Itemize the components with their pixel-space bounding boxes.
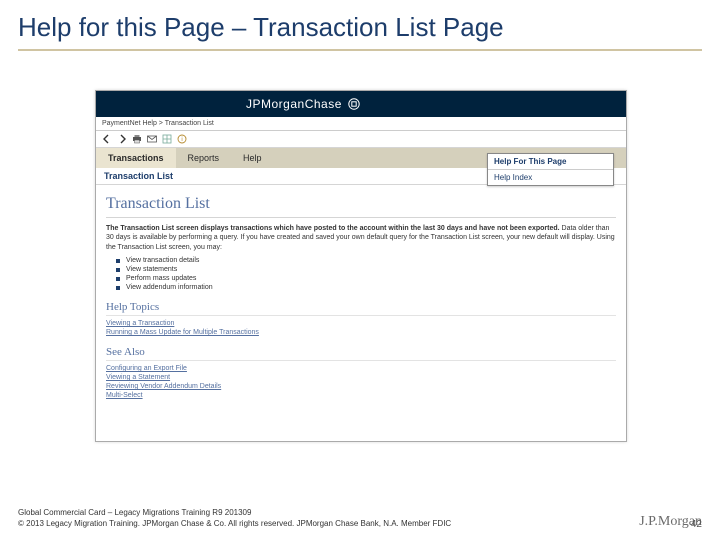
slide-title: Help for this Page – Transaction List Pa…: [18, 12, 504, 42]
breadcrumb: PaymentNet Help > Transaction List: [102, 120, 214, 127]
help-content: Transaction List The Transaction List sc…: [96, 185, 626, 411]
brand-mark-icon: [348, 98, 360, 110]
footer-text: Global Commercial Card – Legacy Migratio…: [18, 508, 451, 530]
help-menu-item-index[interactable]: Help Index: [488, 170, 613, 185]
slide-footer: Global Commercial Card – Legacy Migratio…: [18, 508, 702, 530]
print-icon[interactable]: [132, 134, 142, 144]
page-number: 42: [691, 519, 702, 530]
see-also-list: Configuring an Export File Viewing a Sta…: [106, 365, 616, 399]
see-also-link[interactable]: Reviewing Vendor Addendum Details: [106, 383, 616, 390]
tab-transactions[interactable]: Transactions: [96, 148, 176, 168]
tab-help[interactable]: Help: [231, 148, 274, 168]
svg-text:i: i: [181, 137, 182, 143]
help-topics-list: Viewing a Transaction Running a Mass Upd…: [106, 320, 616, 336]
footer-line-1: Global Commercial Card – Legacy Migratio…: [18, 508, 451, 519]
list-item: Perform mass updates: [116, 275, 616, 282]
desc-bold: The Transaction List screen displays tra…: [106, 225, 560, 232]
help-menu-item-this-page[interactable]: Help For This Page: [488, 154, 613, 170]
toolbar: i: [96, 131, 626, 148]
brand-bar: JPMorganChase: [96, 91, 626, 117]
capability-list: View transaction details View statements…: [116, 257, 616, 291]
nav-tabs: Transactions Reports Help Help For This …: [96, 148, 626, 168]
list-item: View addendum information: [116, 284, 616, 291]
see-also-link[interactable]: Viewing a Statement: [106, 374, 616, 381]
help-topic-link[interactable]: Viewing a Transaction: [106, 320, 616, 327]
slide-title-wrap: Help for this Page – Transaction List Pa…: [0, 0, 720, 45]
list-item: View statements: [116, 266, 616, 273]
footer-line-2: © 2013 Legacy Migration Training. JPMorg…: [18, 519, 451, 530]
page-heading: Transaction List: [106, 195, 616, 218]
title-rule: [18, 49, 702, 51]
help-topics-heading: Help Topics: [106, 301, 616, 316]
bookmark-icon[interactable]: [162, 134, 172, 144]
back-icon[interactable]: [102, 134, 112, 144]
see-also-link[interactable]: Configuring an Export File: [106, 365, 616, 372]
help-topic-link[interactable]: Running a Mass Update for Multiple Trans…: [106, 329, 616, 336]
see-also-link[interactable]: Multi-Select: [106, 392, 616, 399]
see-also-heading: See Also: [106, 346, 616, 361]
page-description: The Transaction List screen displays tra…: [106, 224, 616, 252]
help-dropdown: Help For This Page Help Index: [487, 153, 614, 186]
tab-reports[interactable]: Reports: [176, 148, 232, 168]
info-icon[interactable]: i: [177, 134, 187, 144]
breadcrumb-row: PaymentNet Help > Transaction List: [96, 117, 626, 131]
slide: Help for this Page – Transaction List Pa…: [0, 0, 720, 540]
mail-icon[interactable]: [147, 134, 157, 144]
forward-icon[interactable]: [117, 134, 127, 144]
brand-logo: JPMorganChase: [246, 97, 360, 111]
list-item: View transaction details: [116, 257, 616, 264]
app-screenshot: JPMorganChase PaymentNet Help > Transact…: [95, 90, 627, 442]
brand-text: JPMorganChase: [246, 97, 342, 111]
